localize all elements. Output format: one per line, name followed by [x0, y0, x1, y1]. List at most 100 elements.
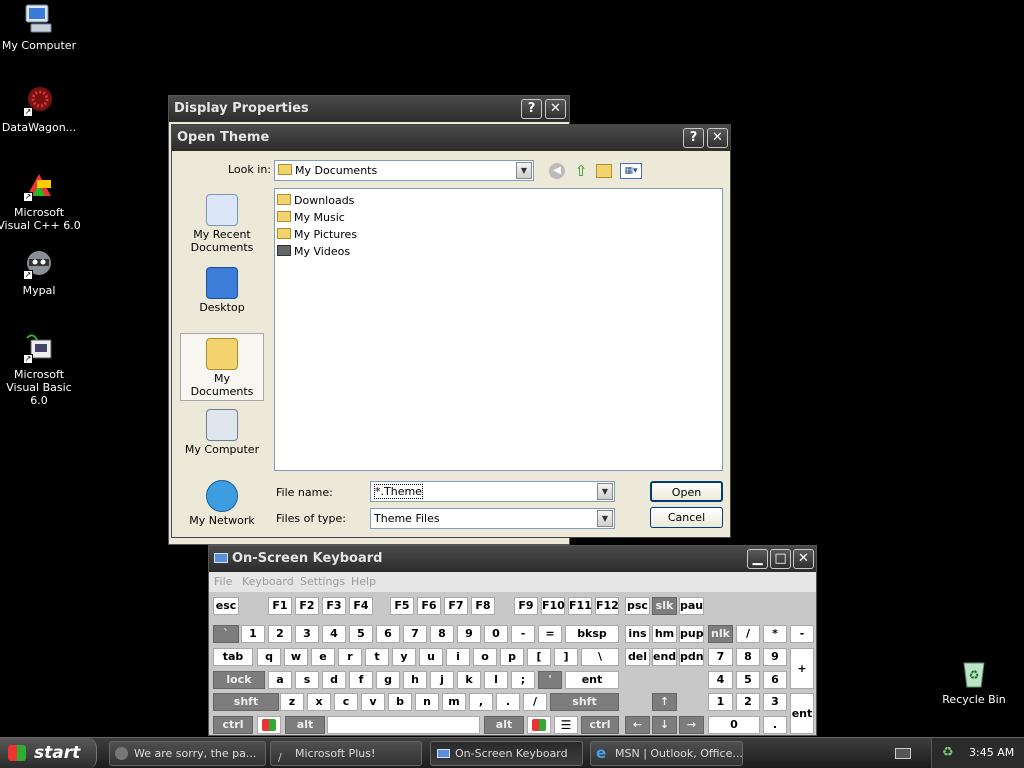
key-left-bracket[interactable]: [ [527, 648, 551, 666]
key-slk[interactable]: slk [652, 597, 677, 615]
key-right-shift[interactable]: shft [550, 693, 619, 711]
desktop-icon-datawagon[interactable]: ↗ DataWagon... [0, 85, 82, 134]
key-f1[interactable]: F1 [268, 597, 292, 615]
key-j[interactable]: j [430, 671, 454, 689]
file-type-select[interactable]: Theme Files ▼ [370, 508, 615, 529]
key-arrow-up[interactable]: ↑ [652, 693, 677, 711]
key-s[interactable]: s [295, 671, 319, 689]
desktop-icon-visual-cpp[interactable]: ↗ Microsoft Visual C++ 6.0 [0, 170, 82, 232]
key-9[interactable]: 9 [457, 625, 481, 643]
key-f3[interactable]: F3 [322, 597, 346, 615]
key-f12[interactable]: F12 [595, 597, 619, 615]
cancel-button[interactable]: Cancel [650, 507, 723, 528]
place-my-network[interactable]: My Network [180, 480, 264, 527]
key-f5[interactable]: F5 [390, 597, 414, 615]
key-left-ctrl[interactable]: ctrl [213, 716, 253, 734]
key-comma[interactable]: , [469, 693, 493, 711]
key-6[interactable]: 6 [376, 625, 400, 643]
chevron-down-icon[interactable]: ▼ [516, 162, 532, 179]
new-folder-icon[interactable] [596, 164, 612, 178]
key-insert[interactable]: ins [625, 625, 650, 643]
key-arrow-left[interactable]: ← [625, 716, 650, 734]
key-arrow-right[interactable]: → [679, 716, 704, 734]
file-item-downloads[interactable]: Downloads [277, 192, 354, 209]
key-end[interactable]: end [652, 648, 677, 666]
key-f6[interactable]: F6 [417, 597, 441, 615]
key-num-2[interactable]: 2 [736, 693, 760, 711]
key-num-plus[interactable]: + [790, 648, 814, 689]
key-right-bracket[interactable]: ] [554, 648, 578, 666]
key-h[interactable]: h [403, 671, 427, 689]
help-button[interactable]: ? [683, 128, 704, 148]
osk-titlebar[interactable]: On-Screen Keyboard [209, 546, 816, 572]
key-4[interactable]: 4 [322, 625, 346, 643]
close-button[interactable]: ✕ [793, 549, 814, 569]
key-delete[interactable]: del [625, 648, 650, 666]
key-caps-lock[interactable]: lock [213, 671, 265, 689]
key-u[interactable]: u [419, 648, 443, 666]
key-left-windows[interactable] [257, 716, 281, 734]
maximize-button[interactable]: □ [770, 549, 791, 569]
key-left-shift[interactable]: shft [213, 693, 279, 711]
key-d[interactable]: d [322, 671, 346, 689]
key-period[interactable]: . [496, 693, 520, 711]
key-num-multiply[interactable]: * [763, 625, 787, 643]
key-esc[interactable]: esc [213, 597, 239, 615]
desktop-icon-mypal[interactable]: ↗ Mypal [0, 248, 82, 297]
key-i[interactable]: i [446, 648, 470, 666]
view-menu-icon[interactable]: ▦▾ [620, 163, 642, 179]
key-pau[interactable]: pau [679, 597, 704, 615]
key-f9[interactable]: F9 [514, 597, 538, 615]
keyboard-layout-icon[interactable] [895, 748, 911, 759]
desktop-icon-visual-basic[interactable]: ↗ Microsoft Visual Basic 6.0 [0, 332, 82, 407]
file-item-my-videos[interactable]: My Videos [277, 243, 350, 260]
place-desktop[interactable]: Desktop [180, 267, 264, 314]
file-item-my-music[interactable]: My Music [277, 209, 345, 226]
minimize-button[interactable]: ▁ [747, 549, 768, 569]
key-num-enter[interactable]: ent [790, 693, 814, 734]
key-arrow-down[interactable]: ↓ [652, 716, 677, 734]
desktop-icon-my-computer[interactable]: My Computer [0, 3, 82, 52]
file-list[interactable]: Downloads My Music My Pictures My Videos [274, 188, 723, 471]
menu-file[interactable]: File [214, 572, 232, 592]
display-properties-titlebar[interactable]: Display Properties [169, 96, 569, 122]
open-button[interactable]: Open [650, 481, 723, 502]
key-y[interactable]: y [392, 648, 416, 666]
key-num-0[interactable]: 0 [708, 716, 760, 734]
key-psc[interactable]: psc [625, 597, 650, 615]
key-f[interactable]: f [349, 671, 373, 689]
key-right-alt[interactable]: alt [484, 716, 524, 734]
place-my-recent-documents[interactable]: My Recent Documents [180, 194, 264, 254]
key-quote[interactable]: ' [538, 671, 562, 689]
network-tray-icon[interactable]: ♻ [942, 738, 954, 768]
key-num-8[interactable]: 8 [736, 648, 760, 666]
key-semicolon[interactable]: ; [511, 671, 535, 689]
key-page-up[interactable]: pup [679, 625, 704, 643]
help-button[interactable]: ? [521, 99, 542, 119]
key-5[interactable]: 5 [349, 625, 373, 643]
up-folder-icon[interactable]: ⇧ [572, 162, 590, 180]
taskbar-task-msn[interactable]: e MSN | Outlook, Office... [590, 741, 743, 766]
key-f7[interactable]: F7 [444, 597, 468, 615]
key-f10[interactable]: F10 [541, 597, 565, 615]
key-backslash[interactable]: \ [581, 648, 619, 666]
key-minus[interactable]: - [511, 625, 535, 643]
key-num-1[interactable]: 1 [708, 693, 733, 711]
key-slash[interactable]: / [523, 693, 547, 711]
key-f2[interactable]: F2 [295, 597, 319, 615]
menu-settings[interactable]: Settings [300, 572, 345, 592]
key-c[interactable]: c [334, 693, 358, 711]
chevron-down-icon[interactable]: ▼ [597, 510, 613, 527]
key-l[interactable]: l [484, 671, 508, 689]
place-my-computer[interactable]: My Computer [180, 409, 264, 456]
key-p[interactable]: p [500, 648, 524, 666]
key-tab[interactable]: tab [213, 648, 253, 666]
close-button[interactable]: ✕ [545, 99, 566, 119]
taskbar-task-on-screen-keyboard[interactable]: On-Screen Keyboard [430, 741, 583, 766]
key-7[interactable]: 7 [403, 625, 427, 643]
place-my-documents[interactable]: My Documents [180, 333, 264, 401]
key-num-minus[interactable]: - [790, 625, 814, 643]
key-num-7[interactable]: 7 [708, 648, 733, 666]
key-f8[interactable]: F8 [471, 597, 495, 615]
menu-keyboard[interactable]: Keyboard [242, 572, 294, 592]
